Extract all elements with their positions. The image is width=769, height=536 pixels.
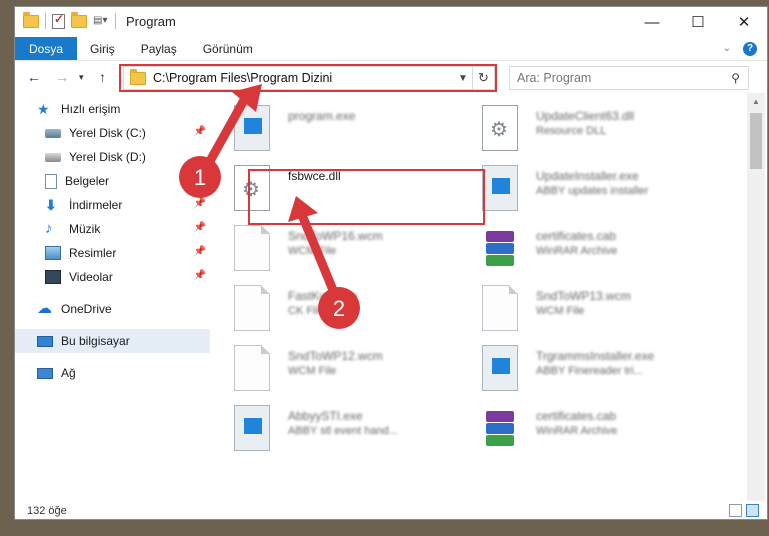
arrow-to-address-bar — [201, 90, 252, 173]
step-1-label: 1 — [194, 165, 206, 190]
arrow-to-file — [297, 213, 338, 292]
step-2-label: 2 — [333, 296, 345, 321]
annotation-layer: 1 2 — [179, 84, 360, 329]
